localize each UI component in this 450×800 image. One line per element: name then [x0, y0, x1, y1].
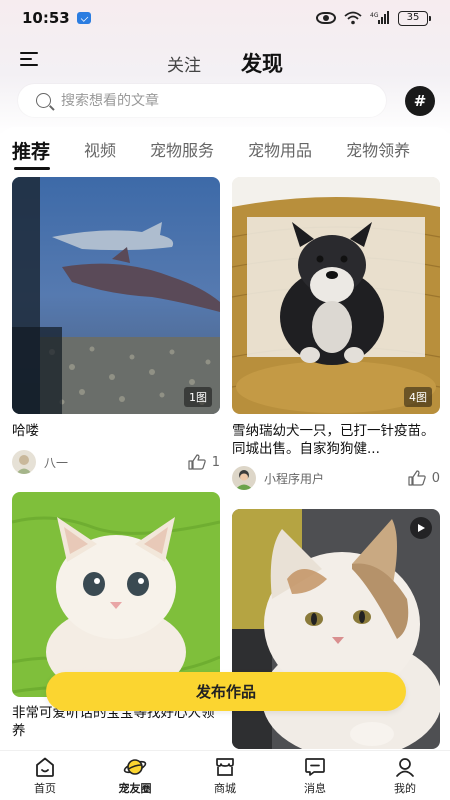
- post-card[interactable]: 4图 雪纳瑞幼犬一只，已打一针疫苗。同城出售。自家狗狗健... 小程序用户 0: [232, 177, 440, 497]
- image-count-badge: 4图: [404, 387, 432, 407]
- status-bar: 10:53 4G 35: [0, 0, 450, 36]
- eye-icon: [316, 12, 336, 24]
- thumbs-up-icon: [188, 454, 206, 470]
- post-card[interactable]: 非常可爱听话的宝宝等找好心人领养: [12, 492, 220, 750]
- like-count: 1: [211, 454, 220, 470]
- post-title[interactable]: 哈喽: [12, 422, 220, 440]
- header-tabs: 关注 发现: [0, 48, 450, 78]
- post-image-calico-kitten[interactable]: [232, 509, 440, 749]
- nav-home[interactable]: 首页: [0, 751, 90, 800]
- post-image-shark[interactable]: 1图: [12, 177, 220, 414]
- status-time: 10:53: [22, 9, 70, 27]
- top-header: 关注 发现: [0, 40, 450, 82]
- nav-label: 宠友圈: [118, 781, 152, 795]
- bottom-nav: 首页 宠友圈 商城 消息 我的: [0, 750, 450, 800]
- post-meta: 小程序用户 0: [232, 466, 440, 490]
- category-tab-pet-supplies[interactable]: 宠物用品: [248, 137, 312, 164]
- category-tab-video[interactable]: 视频: [84, 137, 116, 164]
- post-image-schnauzer[interactable]: 4图: [232, 177, 440, 414]
- message-icon: [304, 756, 326, 778]
- avatar[interactable]: [232, 466, 256, 490]
- avatar[interactable]: [12, 450, 36, 474]
- message-notification-icon: [76, 12, 91, 24]
- wifi-icon: [344, 11, 362, 25]
- video-play-icon[interactable]: [410, 517, 432, 539]
- category-tab-recommend[interactable]: 推荐: [12, 137, 51, 170]
- category-tabs: 推荐 视频 宠物服务 宠物用品 宠物领养: [12, 137, 410, 170]
- hashtag-button[interactable]: #: [405, 86, 435, 116]
- nav-messages[interactable]: 消息: [270, 751, 360, 800]
- search-input[interactable]: [61, 92, 361, 109]
- post-card[interactable]: 1图 哈喽 八一 1: [12, 177, 220, 482]
- profile-icon: [394, 756, 416, 778]
- content-panel: 推荐 视频 宠物服务 宠物用品 宠物领养 1图 哈喽 八一 1 4图 雪纳瑞幼犬…: [0, 127, 450, 750]
- author-name[interactable]: 小程序用户: [264, 470, 324, 487]
- category-tab-pet-adoption[interactable]: 宠物领养: [346, 137, 410, 164]
- nav-label: 商城: [214, 781, 236, 795]
- category-tab-pet-service[interactable]: 宠物服务: [150, 137, 214, 164]
- post-card[interactable]: [232, 509, 440, 749]
- battery-icon: 35: [398, 10, 431, 26]
- planet-icon: [123, 756, 147, 778]
- like-button[interactable]: 1: [188, 454, 220, 470]
- nav-store[interactable]: 商城: [180, 751, 270, 800]
- nav-label: 我的: [394, 781, 416, 795]
- nav-pet-circle[interactable]: 宠友圈: [90, 751, 180, 800]
- hashtag-icon: #: [413, 92, 427, 110]
- nav-label: 首页: [34, 781, 56, 795]
- post-title[interactable]: 雪纳瑞幼犬一只，已打一针疫苗。同城出售。自家狗狗健...: [232, 422, 440, 458]
- signal-icon: 4G: [370, 11, 390, 25]
- thumbs-up-icon: [408, 470, 426, 486]
- post-image-white-kitten[interactable]: [12, 492, 220, 697]
- store-icon: [214, 756, 236, 778]
- search-icon: [36, 93, 51, 108]
- like-count: 0: [431, 470, 440, 486]
- tab-follow[interactable]: 关注: [167, 51, 201, 76]
- tab-discover[interactable]: 发现: [241, 48, 283, 78]
- author-name[interactable]: 八一: [44, 454, 68, 471]
- nav-profile[interactable]: 我的: [360, 751, 450, 800]
- image-count-badge: 1图: [184, 387, 212, 407]
- status-icons: 4G 35: [316, 10, 431, 26]
- home-icon: [34, 756, 56, 778]
- nav-label: 消息: [304, 781, 326, 795]
- network-label: 4G: [370, 12, 379, 19]
- like-button[interactable]: 0: [408, 470, 440, 486]
- search-bar[interactable]: [18, 84, 386, 117]
- publish-button[interactable]: 发布作品: [46, 672, 406, 711]
- post-meta: 八一 1: [12, 450, 220, 474]
